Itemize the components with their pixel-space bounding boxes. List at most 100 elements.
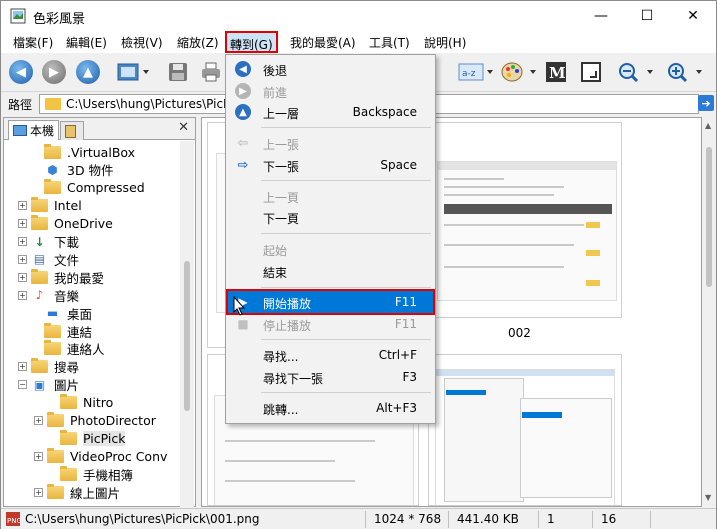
- expand-icon[interactable]: +: [18, 237, 27, 246]
- tree-item[interactable]: 連結: [44, 322, 180, 340]
- save-button[interactable]: [164, 58, 192, 86]
- menu-item-up[interactable]: ▲ 上一層 Backspace: [228, 101, 433, 123]
- scroll-down-icon[interactable]: ▼: [705, 493, 711, 502]
- menu-file[interactable]: 檔案(F): [13, 34, 53, 52]
- menu-edit[interactable]: 編輯(E): [66, 34, 107, 52]
- tree-item[interactable]: Compressed: [44, 179, 180, 197]
- tree-item[interactable]: 連絡人: [44, 340, 180, 358]
- menu-item-home[interactable]: 起始: [228, 238, 433, 260]
- color-palette-button[interactable]: [499, 58, 539, 86]
- expand-icon[interactable]: +: [18, 272, 27, 282]
- tree-item[interactable]: + VideoProc Conv: [34, 447, 180, 465]
- menu-item-find[interactable]: 尋找... Ctrl+F: [228, 344, 433, 366]
- tree-scroll-thumb[interactable]: [184, 261, 190, 411]
- thumbnail-scroll-thumb[interactable]: [706, 147, 712, 287]
- thumbnail-004[interactable]: [428, 354, 622, 506]
- menu-item-next[interactable]: ⇨ 下一張 Space: [228, 154, 433, 176]
- tree-item-label: 連絡人: [67, 342, 105, 358]
- minimize-button[interactable]: —: [578, 1, 624, 31]
- menu-item-label: 後退: [263, 64, 288, 78]
- fit-image-button[interactable]: M: [542, 58, 570, 86]
- menu-item-shortcut: F11: [394, 317, 417, 331]
- menu-item-jump[interactable]: 跳轉... Alt+F3: [228, 397, 433, 419]
- expand-icon[interactable]: +: [34, 487, 43, 497]
- folder-icon: [60, 394, 77, 410]
- tree-item[interactable]: + 線上圖片: [34, 483, 180, 501]
- menu-tools[interactable]: 工具(T): [369, 34, 410, 52]
- maximize-button[interactable]: ☐: [624, 1, 670, 31]
- thumbnail-scrollbar[interactable]: ▲ ▼: [702, 117, 716, 507]
- tree-item[interactable]: + ↓ 下載: [18, 233, 180, 251]
- menu-item-previous[interactable]: ⇦ 上一張: [228, 132, 433, 154]
- tree-item[interactable]: + Intel: [18, 197, 180, 215]
- menu-item-page-up[interactable]: 上一頁: [228, 185, 433, 207]
- menu-item-label: 跳轉...: [263, 403, 299, 417]
- print-button[interactable]: [197, 58, 225, 86]
- go-button[interactable]: ➔: [698, 95, 714, 111]
- expand-icon[interactable]: +: [18, 290, 27, 300]
- tree-scrollbar[interactable]: [180, 141, 194, 507]
- menu-goto[interactable]: 轉到(G): [225, 31, 278, 53]
- back-arrow-icon: ◀: [9, 60, 33, 84]
- menu-item-stop-slideshow[interactable]: ■ 停止播放 F11: [228, 313, 433, 335]
- menu-item-shortcut: F11: [394, 295, 417, 309]
- tree-item[interactable]: + OneDrive: [18, 215, 180, 233]
- tree-item[interactable]: Nitro: [60, 394, 180, 412]
- menu-item-find-next[interactable]: 尋找下一張 F3: [228, 366, 433, 388]
- tab-this-pc[interactable]: 本機: [8, 120, 60, 140]
- tree-item[interactable]: PicPick: [60, 429, 180, 447]
- expand-icon[interactable]: +: [18, 254, 27, 264]
- fullscreen-arrow-icon: [581, 62, 601, 82]
- tree-item[interactable]: − ▣ 圖片: [18, 376, 180, 394]
- sort-button[interactable]: a-z: [456, 58, 496, 86]
- tree-item[interactable]: 手機相簿: [60, 465, 180, 483]
- menu-help[interactable]: 說明(H): [424, 34, 466, 52]
- menu-item-shortcut: F3: [402, 370, 417, 384]
- expand-icon[interactable]: +: [18, 219, 27, 229]
- menu-item-back[interactable]: ◀ 後退: [228, 58, 433, 80]
- back-button[interactable]: ◀: [7, 58, 35, 86]
- expand-icon[interactable]: +: [34, 416, 43, 425]
- menu-item-shortcut: Ctrl+F: [378, 348, 417, 362]
- expand-icon[interactable]: +: [34, 451, 43, 461]
- pane-close-icon[interactable]: ✕: [178, 120, 189, 135]
- zoom-out-button[interactable]: [616, 58, 656, 86]
- forward-button[interactable]: ▶: [40, 58, 68, 86]
- zoom-in-button[interactable]: [665, 58, 705, 86]
- tree-item[interactable]: + 我的最愛: [18, 268, 180, 286]
- scroll-up-icon[interactable]: ▲: [705, 121, 711, 130]
- close-button[interactable]: ✕: [670, 1, 716, 31]
- folder-icon: [60, 465, 77, 481]
- view-mode-button[interactable]: [113, 58, 153, 86]
- thumbnail-002[interactable]: [428, 122, 622, 318]
- collapse-icon[interactable]: −: [18, 380, 27, 390]
- fullscreen-button[interactable]: [577, 58, 605, 86]
- tree-item-label: OneDrive: [54, 216, 113, 232]
- menu-item-label: 尋找...: [263, 350, 299, 364]
- palette-icon: [501, 62, 536, 82]
- expand-icon[interactable]: +: [18, 362, 27, 372]
- tab-this-pc-label: 本機: [30, 124, 55, 138]
- tree-item[interactable]: + PhotoDirector: [34, 412, 180, 430]
- tree-item-label: 我的最愛: [54, 270, 105, 286]
- tree-item-label: Compressed: [67, 180, 145, 196]
- menu-view[interactable]: 檢視(V): [121, 34, 163, 52]
- up-button[interactable]: ▲: [74, 58, 102, 86]
- tree-item[interactable]: + ▤ 文件: [18, 250, 180, 268]
- music-icon: ♪: [35, 288, 44, 303]
- tree-item[interactable]: ⬢ 3D 物件: [44, 161, 180, 179]
- menu-item-page-down[interactable]: 下一頁: [228, 206, 433, 228]
- tree-item[interactable]: + 搜尋: [18, 358, 180, 376]
- tab-favorites[interactable]: [60, 121, 84, 140]
- menu-item-forward[interactable]: ▶ 前進: [228, 80, 433, 102]
- expand-icon[interactable]: +: [18, 201, 27, 211]
- tree-item[interactable]: .VirtualBox: [44, 143, 180, 161]
- menu-item-start-slideshow[interactable]: ▶ 開始播放 F11: [226, 289, 435, 315]
- menu-zoom[interactable]: 縮放(Z): [177, 34, 219, 52]
- floppy-disk-icon: [169, 63, 187, 81]
- previous-arrow-icon: ⇦: [237, 135, 249, 151]
- menu-favorites[interactable]: 我的最愛(A): [290, 34, 356, 52]
- menu-item-end[interactable]: 結束: [228, 260, 433, 282]
- tree-item[interactable]: ▬ 桌面: [44, 304, 180, 322]
- tree-item[interactable]: + ♪ 音樂: [18, 286, 180, 304]
